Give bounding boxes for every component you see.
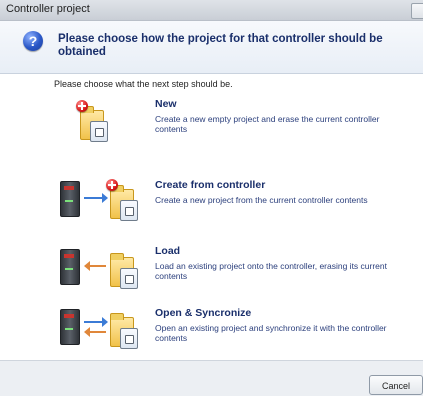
option-load[interactable]: Load Load an existing project onto the c…: [60, 245, 400, 295]
option-open-sync-description: Open an existing project and synchronize…: [155, 323, 387, 343]
instruction-text: Please choose what the next step should …: [54, 79, 233, 89]
option-open-sync[interactable]: Open & Syncronize Open an existing proje…: [60, 307, 400, 357]
dialog-content: Please choose what the next step should …: [0, 74, 423, 360]
option-load-title: Load: [155, 245, 181, 257]
dialog-header: ? Please choose how the project for that…: [0, 21, 423, 74]
option-open-sync-title: Open & Syncronize: [155, 307, 252, 319]
option-new-title: New: [155, 98, 177, 110]
question-icon: ?: [23, 31, 43, 51]
title-bar: Controller project: [0, 0, 423, 21]
option-load-description: Load an existing project onto the contro…: [155, 261, 387, 281]
option-create-from-controller[interactable]: Create from controller Create a new proj…: [60, 179, 400, 229]
controller-to-project-icon: [60, 179, 140, 229]
option-create-from-controller-description: Create a new project from the current co…: [155, 195, 368, 205]
option-create-from-controller-title: Create from controller: [155, 179, 266, 191]
sync-project-icon: [60, 307, 140, 357]
option-new-description: Create a new empty project and erase the…: [155, 114, 380, 134]
new-project-icon: [60, 98, 140, 148]
close-button[interactable]: [411, 3, 423, 19]
cancel-button[interactable]: Cancel: [369, 375, 423, 395]
header-title: Please choose how the project for that c…: [58, 33, 383, 58]
option-new[interactable]: New Create a new empty project and erase…: [60, 98, 400, 148]
window-title: Controller project: [6, 3, 90, 15]
project-to-controller-icon: [60, 245, 140, 295]
dialog-footer: Cancel: [0, 360, 423, 396]
